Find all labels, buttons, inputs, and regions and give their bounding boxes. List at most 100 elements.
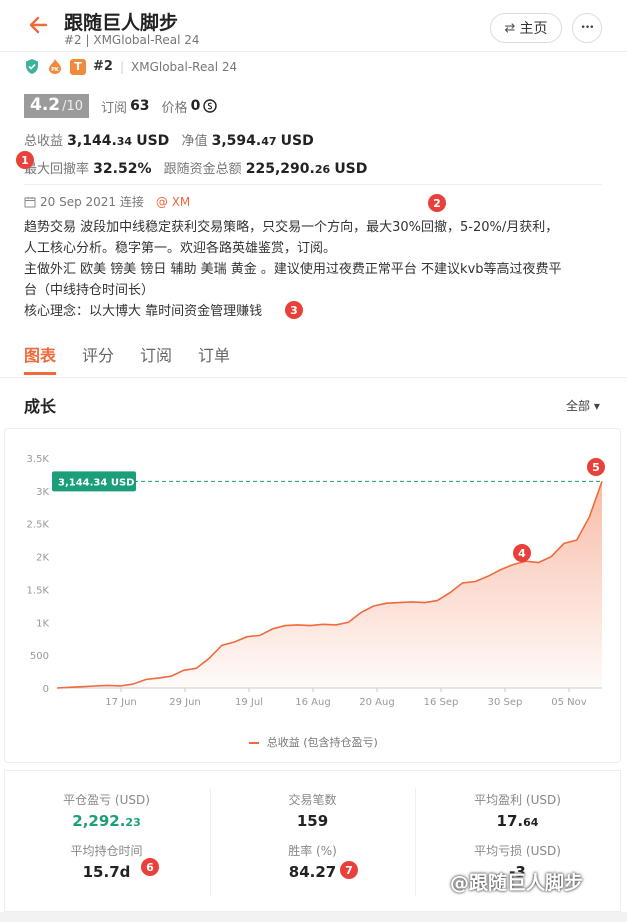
growth-title: 成长 [24, 397, 57, 416]
rank-label: #2 [93, 59, 113, 74]
y-tick-label: 3.5K [27, 454, 50, 465]
total-profit-decimal: 34 [116, 135, 133, 148]
subscribers-label: 订阅 [101, 100, 128, 116]
tab-orders[interactable]: 订单 [198, 342, 230, 366]
tab-chart[interactable]: 图表 [24, 342, 56, 366]
x-tick-label: 16 Aug [295, 697, 330, 708]
back-arrow-icon[interactable] [28, 14, 50, 36]
x-tick-label: 05 Nov [551, 697, 587, 708]
avg-win-value: 17.64 [415, 812, 620, 830]
avg-win-decimal: 64 [523, 816, 539, 829]
annotation-marker: 3 [285, 301, 303, 319]
annotation-marker: 5 [587, 458, 605, 476]
total-profit-value: 3,144. [67, 133, 117, 149]
calendar-icon [24, 196, 36, 207]
app-header: 跟随巨人脚步 #2 | XMGlobal-Real 24 ⇄ 主页 ••• [0, 0, 627, 52]
shield-check-icon [26, 59, 38, 74]
price-value: 0 [190, 98, 201, 114]
subscribers-value: 63 [130, 98, 150, 114]
follow-funds-unit: USD [334, 161, 368, 177]
x-tick-label: 20 Aug [359, 697, 394, 708]
equity-unit: USD [280, 133, 314, 149]
y-tick-label: 2K [36, 553, 49, 564]
connection-date: 20 Sep 2021 连接 [40, 195, 144, 209]
total-profit-label: 总收益 [24, 134, 64, 149]
strategy-description: 趋势交易 波段加中线稳定获利交易策略，只交易一个方向，最大30%回撤，5-20%… [24, 217, 608, 322]
avg-hold-label: 平均持仓时间 [70, 844, 143, 858]
home-button-label: 主页 [519, 21, 548, 37]
desc-line: 主做外汇 欧美 镑美 镑日 辅助 美瑞 黄金 。建议使用过夜费正常平台 不建议k… [24, 262, 562, 277]
total-profit-unit: USD [136, 133, 170, 149]
more-button[interactable]: ••• [572, 13, 602, 43]
equity-decimal: 47 [261, 135, 277, 148]
rating-badge: 4.2 /10 [24, 94, 90, 118]
y-tick-label: 500 [30, 651, 49, 662]
rating-denominator: /10 [62, 99, 84, 114]
avg-loss-label: 平均亏损 (USD) [474, 844, 561, 858]
t-badge-icon: T [70, 58, 86, 75]
rating-value: 4.2 [30, 95, 61, 115]
tab-bar: 图表 评分 订阅 订单 [24, 342, 230, 366]
avg-hold-value: 15.7d [82, 863, 131, 881]
legend-label: 总收益 (包含持仓盈亏) [266, 736, 378, 749]
chart-legend: 总收益 (包含持仓盈亏) [0, 734, 627, 750]
desc-line: 核心理念：以大博大 靠时间资金管理赚钱 [24, 304, 263, 319]
drawdown-label: 最大回撤率 [24, 162, 90, 177]
win-rate-stat: 胜率 (%) 84.27 [210, 842, 415, 881]
closed-pl-int: 2,292. [72, 812, 126, 830]
win-rate-value: 84.27 [288, 863, 337, 881]
page-subtitle: #2 | XMGlobal-Real 24 [64, 33, 200, 47]
page-title: 跟随巨人脚步 [64, 12, 179, 34]
x-tick-label: 30 Sep [488, 697, 523, 708]
desc-line: 人工核心分析。稳字第一。欢迎各路英雄鉴赏，订阅。 [24, 241, 337, 256]
equity-value: 3,594. [211, 133, 262, 149]
equity-label: 净值 [181, 134, 208, 149]
badge-separator: | [119, 59, 124, 74]
follow-funds-decimal: 26 [314, 163, 331, 176]
active-tab-indicator [24, 372, 56, 375]
pk-flame-icon: PK [49, 59, 61, 74]
closed-pl-stat: 平仓盈亏 (USD) 2,292.23 [4, 791, 209, 830]
profit-equity-line: 总收益 3,144.34 USD 净值 3,594.47 USD [24, 130, 314, 149]
y-tick-label: 1K [36, 618, 49, 629]
annotation-marker: 6 [141, 858, 159, 876]
avg-win-int: 17. [496, 812, 524, 830]
y-tick-label: 1.5K [27, 585, 50, 596]
tab-rating[interactable]: 评分 [82, 342, 114, 366]
bottom-bar [0, 912, 627, 922]
closed-pl-value: 2,292.23 [4, 812, 209, 830]
tab-subscribe[interactable]: 订阅 [140, 342, 172, 366]
watermark: @跟随巨人脚步 [450, 872, 584, 894]
trades-label: 交易笔数 [288, 793, 337, 807]
svg-text:PK: PK [51, 67, 60, 73]
avg-win-label: 平均盈利 (USD) [474, 793, 561, 807]
home-button[interactable]: ⇄ 主页 [490, 13, 562, 43]
current-value-label: 3,144.34 USD [58, 477, 134, 488]
annotation-marker: 2 [428, 194, 446, 212]
y-tick-label: 3K [36, 487, 49, 498]
x-tick-label: 17 Jun [105, 697, 137, 708]
desc-line: 台（中线持仓时间长） [24, 283, 155, 298]
connection-date-row: 20 Sep 2021 连接 @ XM [24, 193, 190, 210]
swap-icon: ⇄ [504, 20, 516, 36]
divider [24, 184, 602, 185]
drawdown-follow-line: 最大回撤率 32.52% 跟随资金总额 225,290.26 USD [24, 158, 367, 177]
range-filter-dropdown[interactable]: 全部 ▾ [566, 397, 600, 414]
x-tick-label: 19 Jul [235, 697, 263, 708]
more-dots-icon: ••• [580, 23, 595, 33]
tabs-border [0, 377, 627, 378]
score-row: 4.2 /10 订阅 63 价格 0 [24, 94, 218, 118]
growth-chart: 0 500 1K 1.5K 2K 2.5K 3K 3.5K 17 Jun 29 Jun 19 Ju… [27, 454, 603, 708]
x-tick-label: 29 Jun [169, 697, 201, 708]
y-tick-label: 0 [43, 684, 49, 695]
follow-funds-value: 225,290. [245, 161, 315, 177]
annotation-marker: 7 [340, 861, 358, 879]
drawdown-value: 32.52% [93, 161, 152, 177]
desc-line: 趋势交易 波段加中线稳定获利交易策略，只交易一个方向，最大30%回撤，5-20%… [24, 220, 559, 235]
closed-pl-label: 平仓盈亏 (USD) [63, 793, 150, 807]
currency-icon [203, 99, 218, 113]
x-tick-label: 16 Sep [424, 697, 459, 708]
growth-area [57, 481, 602, 688]
avg-win-stat: 平均盈利 (USD) 17.64 [415, 791, 620, 830]
broker-link[interactable]: @ XM [156, 195, 190, 209]
